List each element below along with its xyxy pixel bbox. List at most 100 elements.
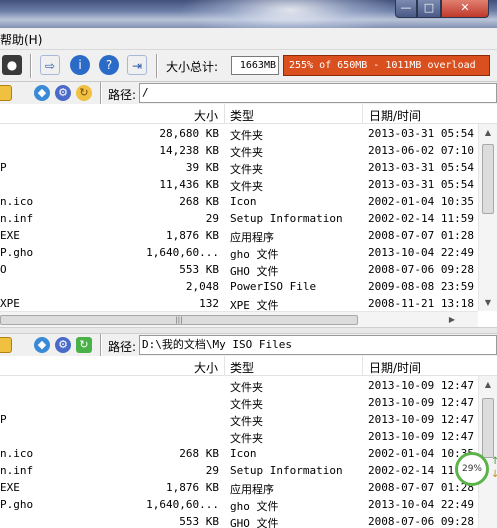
toolbar-separator <box>156 54 158 78</box>
burn-disc-icon[interactable]: ● <box>2 55 22 75</box>
list-item[interactable]: 553 KB GHO 文件 2008-07-06 09:28 <box>0 513 475 528</box>
settings-gear-icon[interactable]: ⚙ <box>55 337 71 353</box>
list-item[interactable]: 14,238 KB 文件夹 2013-06-02 07:10 <box>0 142 475 159</box>
file-name: EXE <box>0 481 20 494</box>
total-size-label: 大小总计: <box>166 60 219 74</box>
list-item[interactable]: XPE 132 XPE 文件 2008-11-21 13:18 <box>0 295 475 312</box>
column-type[interactable]: 类型 <box>230 107 254 124</box>
list-item[interactable]: 2,048 PowerISO File 2009-08-08 23:59 <box>0 278 475 295</box>
scroll-down-arrow[interactable]: ▼ <box>479 294 497 311</box>
column-divider[interactable] <box>224 104 225 124</box>
list-item[interactable]: 28,680 KB 文件夹 2013-03-31 05:54 <box>0 125 475 142</box>
refresh-icon[interactable]: ↻ <box>76 337 92 353</box>
file-name: XPE <box>0 297 20 310</box>
file-size: 268 KB <box>179 195 219 208</box>
exit-icon[interactable]: ⇥ <box>127 55 147 75</box>
file-type: 文件夹 <box>230 415 263 428</box>
file-type: 文件夹 <box>230 398 263 411</box>
file-date: 2013-10-09 12:47 <box>368 413 474 426</box>
list-item[interactable]: P.gho 1,640,60... gho 文件 2013-10-04 22:49 <box>0 244 475 261</box>
export-icon[interactable]: ⇨ <box>40 55 60 75</box>
column-date[interactable]: 日期/时间 <box>369 107 421 124</box>
column-divider[interactable] <box>362 104 363 124</box>
pane-separator <box>100 334 102 356</box>
bottom-pane-toolbar: ◆ ⚙ ↻ 路径: D:\我的文档\My ISO Files <box>0 334 497 356</box>
total-size-value: 1663MB <box>231 56 279 75</box>
help-icon[interactable]: ? <box>99 55 119 75</box>
scroll-up-arrow[interactable]: ▲ <box>479 376 497 393</box>
file-name: n.ico <box>0 195 34 208</box>
path-input[interactable]: D:\我的文档\My ISO Files <box>139 335 497 355</box>
image-contents-list: 大小 类型 日期/时间 28,680 KB 文件夹 2013-03-31 05:54… <box>0 104 497 327</box>
file-size: 553 KB <box>179 515 219 528</box>
capacity-overload-bar: 255% of 650MB - 1011MB overload <box>283 55 490 76</box>
file-date: 2013-03-31 05:54 <box>368 178 474 191</box>
list-item[interactable]: n.inf 29 Setup Information 2002-02-14 11:59 <box>0 462 475 479</box>
local-files-list: 大小 类型 日期/时间 文件夹 2013-10-09 12:47 文件夹 2013-1… <box>0 356 497 528</box>
list-item[interactable]: P 文件夹 2013-10-09 12:47 <box>0 411 475 428</box>
column-date[interactable]: 日期/时间 <box>369 359 421 376</box>
list-item[interactable]: P.gho 1,640,60... gho 文件 2013-10-04 22:49 <box>0 496 475 513</box>
file-date: 2009-08-08 23:59 <box>368 280 474 293</box>
pane-splitter[interactable] <box>0 327 497 334</box>
file-date: 2013-10-09 12:47 <box>368 379 474 392</box>
horizontal-scroll-thumb[interactable]: ||| <box>0 315 358 325</box>
list-item[interactable]: EXE 1,876 KB 应用程序 2008-07-07 01:28 <box>0 479 475 496</box>
list-item[interactable]: n.inf 29 Setup Information 2002-02-14 11:59 <box>0 210 475 227</box>
scroll-thumb[interactable] <box>482 398 494 458</box>
horizontal-scrollbar[interactable]: ||| ▶ <box>0 311 478 327</box>
column-size[interactable]: 大小 <box>194 107 218 124</box>
file-size: 553 KB <box>179 263 219 276</box>
progress-badge[interactable]: 29% ↑ ↓ <box>455 452 497 486</box>
column-divider[interactable] <box>362 356 363 376</box>
scroll-up-arrow[interactable]: ▲ <box>479 124 497 141</box>
list-item[interactable]: n.ico 268 KB Icon 2002-01-04 10:35 <box>0 193 475 210</box>
file-date: 2008-11-21 13:18 <box>368 297 474 310</box>
file-size: 39 KB <box>185 161 219 174</box>
column-size[interactable]: 大小 <box>194 359 218 376</box>
file-name: P.gho <box>0 246 34 259</box>
info-icon[interactable]: i <box>70 55 90 75</box>
list-item[interactable]: 文件夹 2013-10-09 12:47 <box>0 377 475 394</box>
path-input[interactable]: / <box>139 83 497 103</box>
file-size: 132 <box>199 297 219 310</box>
vertical-scrollbar[interactable]: ▲ ▼ <box>478 124 497 311</box>
column-type[interactable]: 类型 <box>230 359 254 376</box>
column-divider[interactable] <box>224 356 225 376</box>
menu-help[interactable]: 帮助(H) <box>0 31 42 48</box>
path-label: 路径: <box>108 340 137 354</box>
file-size: 29 <box>205 212 219 225</box>
file-size: 2,048 <box>185 280 219 293</box>
maximize-button[interactable]: □ <box>417 0 441 18</box>
file-type: 文件夹 <box>230 146 263 159</box>
toolbar-separator <box>30 54 32 78</box>
list-item[interactable]: 文件夹 2013-10-09 12:47 <box>0 394 475 411</box>
refresh-icon[interactable]: ↻ <box>76 85 92 101</box>
add-files-icon[interactable]: ◆ <box>34 85 50 101</box>
file-date: 2013-10-04 22:49 <box>368 246 474 259</box>
file-name: P <box>0 413 7 426</box>
file-type: 文件夹 <box>230 180 263 193</box>
file-type: 文件夹 <box>230 163 263 176</box>
settings-gear-icon[interactable]: ⚙ <box>55 85 71 101</box>
file-name: n.inf <box>0 212 34 225</box>
file-type: 应用程序 <box>230 483 274 496</box>
scroll-right-arrow[interactable]: ▶ <box>444 312 460 327</box>
file-type: Setup Information <box>230 212 343 225</box>
up-folder-icon[interactable] <box>0 337 12 353</box>
list-item[interactable]: 文件夹 2013-10-09 12:47 <box>0 428 475 445</box>
list-item[interactable]: n.ico 268 KB Icon 2002-01-04 10:35 <box>0 445 475 462</box>
list-item[interactable]: P 39 KB 文件夹 2013-03-31 05:54 <box>0 159 475 176</box>
add-files-icon[interactable]: ◆ <box>34 337 50 353</box>
up-folder-icon[interactable] <box>0 85 12 101</box>
list-item[interactable]: O 553 KB GHO 文件 2008-07-06 09:28 <box>0 261 475 278</box>
file-date: 2002-02-14 11:59 <box>368 212 474 225</box>
list-item[interactable]: 11,436 KB 文件夹 2013-03-31 05:54 <box>0 176 475 193</box>
list-header: 大小 类型 日期/时间 <box>0 104 497 124</box>
minimize-button[interactable]: — <box>395 0 417 18</box>
title-bar-glow <box>180 0 400 28</box>
close-button[interactable]: ✕ <box>441 0 489 18</box>
list-item[interactable]: EXE 1,876 KB 应用程序 2008-07-07 01:28 <box>0 227 475 244</box>
file-type: 应用程序 <box>230 231 274 244</box>
scroll-thumb[interactable] <box>482 144 494 214</box>
